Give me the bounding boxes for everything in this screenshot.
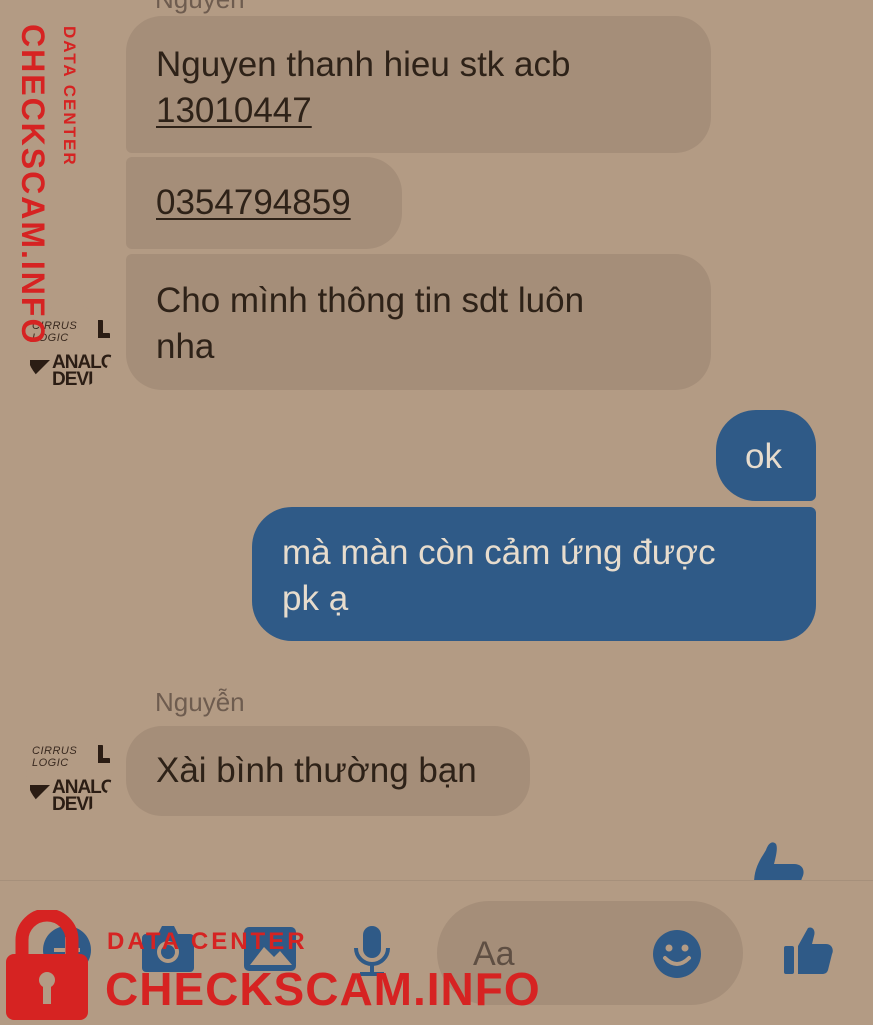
- phone-number-link[interactable]: 0354794859: [156, 180, 372, 226]
- avatar-logo-triangle: [30, 785, 50, 805]
- message-text: ok: [745, 437, 782, 476]
- account-number-link[interactable]: 13010447: [156, 88, 681, 134]
- avatar-brand-text: ANALO DEVI: [52, 777, 112, 815]
- message-text: Nguyen thanh hieu stk acb: [156, 45, 571, 84]
- message-bubble-outgoing[interactable]: mà màn còn cảm ứng được pk ạ: [252, 507, 816, 641]
- avatar-logo-mark: [98, 745, 110, 763]
- watermark-vertical: CHECKSCAM.INFO DATA CENTER: [15, 24, 76, 345]
- message-text: nha: [156, 327, 215, 366]
- sender-name-top: Nguyễn: [155, 0, 245, 15]
- message-text: Cho mình thông tin sdt luôn: [156, 281, 585, 320]
- thumbs-up-icon[interactable]: [782, 924, 834, 976]
- watermark-vertical-big: CHECKSCAM.INFO: [15, 24, 51, 345]
- message-bubble-outgoing[interactable]: ok: [716, 410, 816, 501]
- message-bubble-incoming[interactable]: 0354794859: [126, 157, 402, 249]
- message-bubble-incoming[interactable]: Nguyen thanh hieu stk acb 13010447: [126, 16, 711, 153]
- lock-icon: [6, 910, 88, 1020]
- message-bubble-incoming[interactable]: Xài bình thường bạn: [126, 726, 530, 816]
- message-bubble-incoming[interactable]: Cho mình thông tin sdt luôn nha: [126, 254, 711, 390]
- sender-name: Nguyễn: [155, 687, 245, 717]
- watermark-vertical-small: DATA CENTER: [60, 26, 76, 167]
- avatar-logo-mark: [98, 320, 110, 338]
- message-text: mà màn còn cảm ứng được: [282, 533, 716, 572]
- watermark-bottom-big: CHECKSCAM.INFO: [105, 963, 541, 1015]
- message-text: Xài bình thường bạn: [156, 751, 477, 790]
- chat-thread: Nguyễn Nguyen thanh hieu stk acb 1301044…: [0, 0, 873, 880]
- emoji-icon[interactable]: [652, 929, 702, 979]
- avatar[interactable]: CIRRUS LOGIC ANALO DEVI: [26, 729, 112, 815]
- thumbs-up-icon: [754, 842, 804, 880]
- message-text: pk ạ: [282, 579, 349, 618]
- watermark-bottom-small: DATA CENTER: [107, 928, 308, 955]
